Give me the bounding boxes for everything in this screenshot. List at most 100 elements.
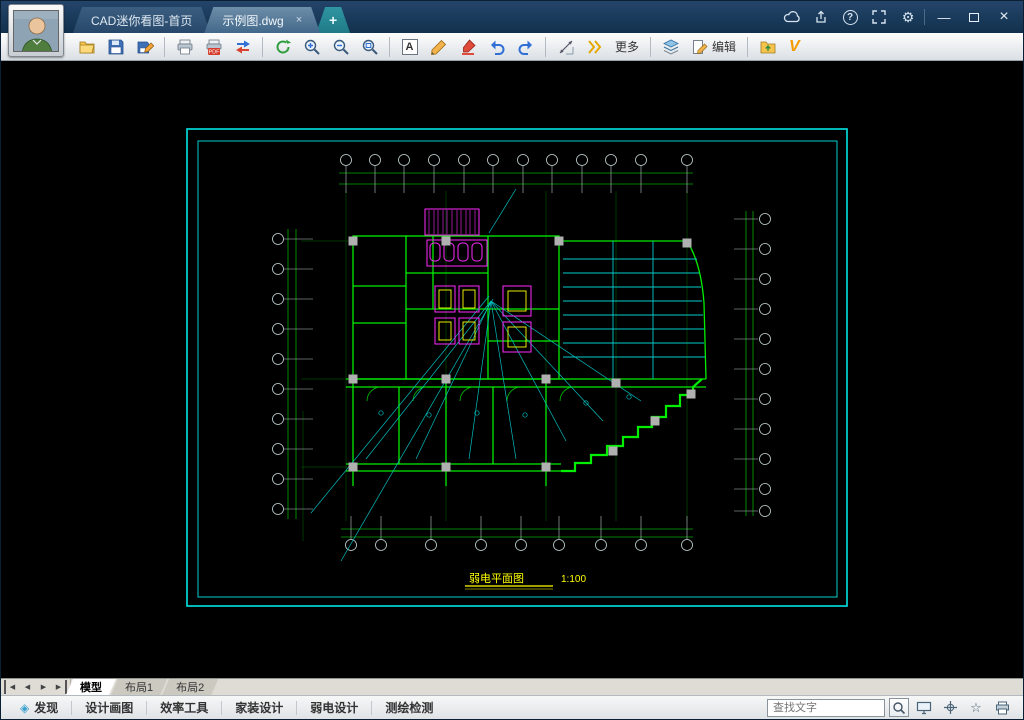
menu-efficiency-tools-label: 效率工具 — [160, 701, 209, 715]
help-button[interactable]: ? — [839, 6, 861, 28]
tab-model[interactable]: 模型 — [66, 679, 116, 695]
svg-text:PDF: PDF — [208, 49, 220, 55]
wiring-lines — [310, 188, 642, 562]
redo-button[interactable] — [512, 35, 539, 59]
first-sheet-button[interactable]: ◀ — [4, 680, 19, 694]
measure-area-button[interactable] — [581, 35, 608, 59]
text-tool-icon: A — [401, 38, 418, 55]
maximize-icon — [969, 12, 979, 22]
tab-home[interactable]: CAD迷你看图-首页 — [73, 7, 210, 33]
tab-layout1[interactable]: 布局1 — [111, 679, 167, 695]
tab-document-label: 示例图.dwg — [222, 13, 284, 28]
tab-layout2[interactable]: 布局2 — [162, 679, 218, 695]
share-icon — [816, 10, 826, 23]
undo-icon — [490, 40, 504, 55]
find-text-area: ☆ — [767, 698, 1017, 718]
v-logo-button[interactable]: V — [783, 38, 806, 56]
fullscreen-button[interactable] — [868, 6, 890, 28]
gear-icon: ⚙ — [901, 8, 915, 25]
find-text-button[interactable] — [889, 698, 909, 717]
favorite-button[interactable]: ☆ — [965, 698, 987, 718]
divider — [389, 36, 390, 57]
search-icon — [893, 701, 906, 714]
main-toolbar: PDF A 更多 编辑 V — [1, 33, 1023, 61]
brush-tool-button[interactable] — [454, 35, 481, 59]
quick-print-button[interactable] — [991, 698, 1013, 718]
export-pdf-button[interactable]: PDF — [200, 35, 227, 59]
divider — [262, 36, 263, 57]
drawing-caption: 弱电平面图 1:100 — [465, 572, 586, 590]
menu-home-design-label: 家装设计 — [235, 701, 284, 715]
upload-folder-button[interactable] — [754, 35, 781, 59]
tab-close-icon[interactable]: × — [296, 14, 302, 26]
title-tabs: CAD迷你看图-首页 示例图.dwg × + — [73, 7, 350, 33]
save-as-button[interactable] — [131, 35, 158, 59]
menu-design-draw[interactable]: 设计画图 — [72, 696, 146, 719]
text-tool-button[interactable]: A — [396, 35, 423, 59]
print-button[interactable] — [171, 35, 198, 59]
user-avatar — [13, 9, 59, 52]
more-button[interactable]: 更多 — [610, 38, 644, 55]
cloud-button[interactable] — [781, 6, 803, 28]
next-sheet-button[interactable]: ▶ — [36, 680, 51, 694]
save-button[interactable] — [102, 35, 129, 59]
zoom-extents-button[interactable] — [356, 35, 383, 59]
fit-screen-button[interactable] — [913, 698, 935, 718]
settings-button[interactable]: ⚙ — [897, 6, 919, 28]
layers-button[interactable] — [657, 35, 684, 59]
close-button[interactable]: × — [989, 5, 1019, 29]
printer-small-icon — [995, 701, 1009, 714]
menu-design-draw-label: 设计画图 — [85, 701, 134, 715]
menu-home-design[interactable]: 家装设计 — [222, 696, 296, 719]
minimize-icon: — — [937, 9, 951, 25]
menu-efficiency-tools[interactable]: 效率工具 — [147, 696, 221, 719]
cad-canvas[interactable]: 弱电平面图 1:100 — [1, 61, 1023, 678]
core-details — [424, 208, 532, 353]
window-controls: — × — [920, 1, 1019, 33]
minimize-button[interactable]: — — [929, 5, 959, 29]
open-folder-icon — [79, 41, 95, 53]
user-avatar-button[interactable] — [8, 4, 64, 57]
save-icon — [108, 39, 123, 54]
open-button[interactable] — [73, 35, 100, 59]
diamond-icon: ◈ — [20, 700, 30, 715]
help-icon: ? — [842, 9, 858, 25]
building-walls — [346, 235, 707, 486]
find-text-input[interactable] — [767, 698, 885, 717]
last-sheet-button[interactable]: ▶ — [52, 680, 67, 694]
title-actions: ? ⚙ — [781, 1, 919, 33]
rotate-view-button[interactable] — [269, 35, 296, 59]
locate-button[interactable] — [939, 698, 961, 718]
new-tab-button[interactable]: + — [316, 7, 350, 33]
convert-button[interactable] — [229, 35, 256, 59]
pencil-tool-button[interactable] — [425, 35, 452, 59]
menu-discover-label: 发现 — [34, 701, 59, 715]
bottom-toolbar: ◈ 发现 设计画图 效率工具 家装设计 弱电设计 测绘检测 查找文字 ☆ — [1, 695, 1023, 719]
pencil-icon — [430, 39, 446, 55]
brush-icon — [461, 38, 476, 55]
printer-icon — [177, 39, 192, 54]
folder-upload-icon — [760, 41, 775, 53]
tab-document[interactable]: 示例图.dwg × — [204, 7, 320, 33]
maximize-button[interactable] — [959, 5, 989, 29]
divider — [545, 36, 546, 57]
menu-weak-current[interactable]: 弱电设计 — [297, 696, 371, 719]
tab-layout2-label: 布局2 — [176, 682, 205, 694]
zoom-in-icon — [304, 39, 320, 55]
share-button[interactable] — [810, 6, 832, 28]
sheet-nav: ◀ ◀ ▶ ▶ — [1, 679, 71, 695]
drawing-title: 弱电平面图 — [469, 572, 524, 585]
measure-length-button[interactable] — [552, 35, 579, 59]
undo-button[interactable] — [483, 35, 510, 59]
edit-button[interactable]: 编辑 — [686, 38, 741, 56]
rotate-icon — [276, 39, 291, 53]
cyan-partitions — [563, 241, 705, 379]
zoom-out-button[interactable] — [327, 35, 354, 59]
prev-sheet-button[interactable]: ◀ — [20, 680, 35, 694]
pdf-icon: PDF — [206, 39, 221, 55]
menu-survey-detect[interactable]: 测绘检测 — [372, 696, 446, 719]
app-window: CAD迷你看图-首页 示例图.dwg × + ? ⚙ — × PDF A 更多 … — [0, 0, 1024, 720]
divider — [924, 9, 925, 25]
zoom-in-button[interactable] — [298, 35, 325, 59]
menu-discover[interactable]: ◈ 发现 — [7, 696, 71, 719]
